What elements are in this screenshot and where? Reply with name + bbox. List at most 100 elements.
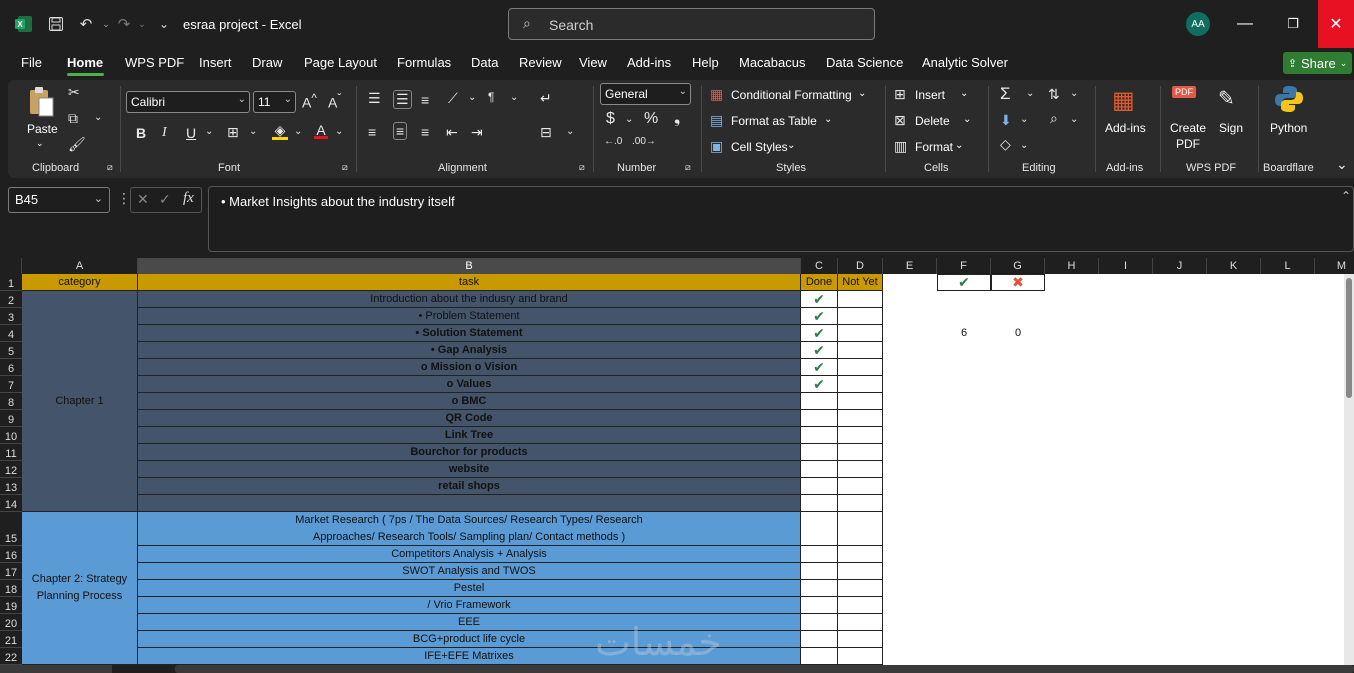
task-cell[interactable]: retail shops — [138, 478, 801, 495]
row-header[interactable]: 20 — [0, 614, 22, 631]
done-cell[interactable]: ✔ — [801, 376, 838, 393]
share-button[interactable]: ⇪ Share ⌄ — [1283, 52, 1352, 74]
format-cells-button[interactable]: Format — [915, 140, 953, 154]
copy-icon[interactable]: ⧉ — [68, 110, 78, 127]
underline-dropdown-icon[interactable]: ⌄ — [205, 126, 213, 137]
not-yet-cell[interactable] — [838, 393, 883, 410]
done-cell[interactable] — [801, 597, 838, 614]
task-cell[interactable]: QR Code — [138, 410, 801, 427]
task-cell[interactable]: o BMC — [138, 393, 801, 410]
cut-icon[interactable]: ✂ — [68, 84, 80, 101]
insert-function-icon[interactable]: fx — [183, 190, 194, 207]
number-format-select[interactable]: General ⌄ — [600, 83, 691, 105]
not-yet-cell[interactable] — [838, 597, 883, 614]
bold-icon[interactable]: B — [136, 125, 146, 141]
task-cell[interactable]: SWOT Analysis and TWOS — [138, 563, 801, 580]
restore-icon[interactable]: ❐ — [1270, 0, 1316, 48]
number-launcher-icon[interactable]: ⧄ — [685, 162, 691, 173]
header-done[interactable]: Done — [801, 274, 838, 291]
column-header[interactable]: E — [883, 258, 937, 274]
menu-data[interactable]: Data — [471, 55, 498, 70]
done-cell[interactable] — [801, 461, 838, 478]
task-cell[interactable]: Link Tree — [138, 427, 801, 444]
row-header[interactable]: 4 — [0, 325, 22, 342]
done-cell[interactable] — [801, 631, 838, 648]
task-cell[interactable]: o Values — [138, 376, 801, 393]
menu-insert[interactable]: Insert — [199, 55, 232, 70]
not-yet-cell[interactable] — [838, 444, 883, 461]
increase-font-icon[interactable]: A^ — [302, 92, 317, 111]
column-header[interactable]: L — [1261, 258, 1315, 274]
percent-icon[interactable]: % — [644, 110, 658, 128]
row-header[interactable]: 17 — [0, 563, 22, 580]
done-cell[interactable] — [801, 393, 838, 410]
menu-wps-pdf[interactable]: WPS PDF — [125, 55, 184, 70]
paste-label[interactable]: Paste — [27, 122, 58, 136]
task-cell[interactable]: • Gap Analysis — [138, 342, 801, 359]
done-cell[interactable] — [801, 444, 838, 461]
add-ins-button[interactable]: Add-ins — [1105, 121, 1146, 135]
format-as-table-icon[interactable]: ▤ — [710, 112, 723, 129]
done-cell[interactable] — [801, 410, 838, 427]
decrease-decimal-icon[interactable]: .00→ — [632, 136, 656, 147]
row-header[interactable]: 22 — [0, 648, 22, 665]
chevron-down-icon[interactable]: ⌄ — [955, 140, 963, 151]
clipboard-launcher-icon[interactable]: ⧄ — [107, 162, 113, 173]
summary-not-yet-header[interactable]: ✖ — [991, 274, 1045, 291]
row-header[interactable]: 9 — [0, 410, 22, 427]
sheet-scroll-area[interactable] — [0, 665, 112, 673]
not-yet-cell[interactable] — [838, 427, 883, 444]
chevron-down-icon[interactable]: ⌄ — [824, 114, 832, 125]
not-yet-cell[interactable] — [838, 308, 883, 325]
not-yet-cell[interactable] — [838, 563, 883, 580]
create-pdf-icon[interactable]: PDF — [1172, 86, 1196, 98]
done-cell[interactable]: ✔ — [801, 342, 838, 359]
column-header[interactable]: G — [991, 258, 1045, 274]
delete-cells-icon[interactable]: ⊠ — [894, 112, 906, 129]
font-size-select[interactable]: 11 ⌄ — [253, 91, 296, 113]
more-options-icon[interactable]: ⋮ — [117, 190, 131, 207]
copy-dropdown-icon[interactable]: ⌄ — [94, 112, 102, 123]
column-header[interactable]: D — [838, 258, 883, 274]
insert-cells-button[interactable]: Insert — [915, 88, 945, 102]
align-left-icon[interactable]: ≡ — [368, 124, 376, 140]
not-yet-cell[interactable] — [838, 359, 883, 376]
row-header[interactable]: 10 — [0, 427, 22, 444]
paste-dropdown-icon[interactable]: ⌄ — [36, 138, 44, 149]
done-cell[interactable]: ✔ — [801, 325, 838, 342]
done-cell[interactable]: ✔ — [801, 291, 838, 308]
menu-review[interactable]: Review — [519, 55, 562, 70]
insert-cells-icon[interactable]: ⊞ — [894, 86, 906, 103]
menu-add-ins[interactable]: Add-ins — [627, 55, 671, 70]
alignment-launcher-icon[interactable]: ⧄ — [579, 162, 585, 173]
fill-color-dropdown-icon[interactable]: ⌄ — [294, 126, 302, 137]
autosum-dropdown-icon[interactable]: ⌄ — [1026, 88, 1034, 99]
format-painter-icon[interactable]: 🖌 — [68, 136, 86, 153]
row-header[interactable]: 11 — [0, 444, 22, 461]
cell-styles-button[interactable]: Cell Styles — [731, 140, 788, 154]
row-header[interactable]: 15 — [0, 512, 22, 546]
task-cell[interactable]: / Vrio Framework — [138, 597, 801, 614]
not-yet-cell[interactable] — [838, 614, 883, 631]
vertical-scrollbar[interactable] — [1344, 274, 1354, 665]
find-select-dropdown-icon[interactable]: ⌄ — [1070, 114, 1078, 125]
summary-done-count[interactable]: 6 — [937, 325, 991, 342]
close-icon[interactable]: ✕ — [1318, 0, 1354, 48]
done-cell[interactable] — [801, 614, 838, 631]
align-center-icon[interactable]: ≡ — [393, 122, 408, 140]
sign-icon[interactable]: ✎ — [1218, 86, 1235, 111]
row-header[interactable]: 5 — [0, 342, 22, 359]
cell-styles-icon[interactable]: ▣ — [710, 138, 723, 155]
scrollbar-thumb[interactable] — [1346, 278, 1352, 398]
merge-dropdown-icon[interactable]: ⌄ — [566, 126, 574, 137]
format-as-table-button[interactable]: Format as Table — [731, 114, 817, 128]
chapter-2-cell[interactable]: Chapter 2: Strategy Planning Process — [22, 512, 138, 665]
not-yet-cell[interactable] — [838, 546, 883, 563]
row-header[interactable]: 12 — [0, 461, 22, 478]
comma-style-icon[interactable]: ❟ — [674, 110, 680, 128]
not-yet-cell[interactable] — [838, 512, 883, 546]
done-cell[interactable] — [801, 580, 838, 597]
fill-icon[interactable]: ⬇ — [1000, 112, 1012, 129]
row-header[interactable]: 19 — [0, 597, 22, 614]
collapse-formula-icon[interactable]: ⌃ — [1341, 189, 1351, 203]
